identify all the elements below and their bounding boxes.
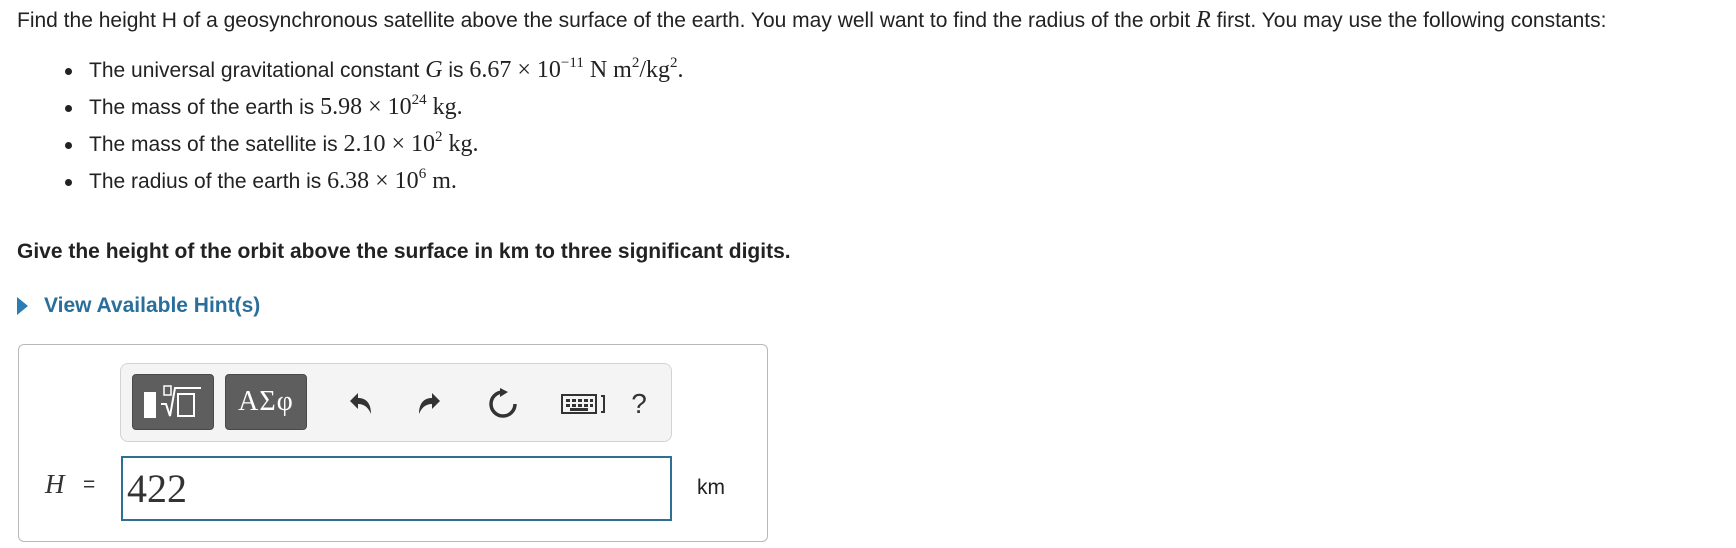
reset-icon [489, 388, 517, 418]
view-hints-label: View Available Hint(s) [44, 294, 261, 317]
expand-triangle-icon [17, 297, 28, 315]
answer-instruction: Give the height of the orbit above the s… [17, 240, 791, 263]
redo-button[interactable] [411, 384, 451, 424]
symbols-button[interactable]: ΑΣφ [225, 374, 307, 430]
equals-sign: = [83, 473, 96, 496]
answer-input[interactable]: 422 [121, 456, 672, 521]
math-toolbar: ΑΣφ ? [120, 363, 672, 442]
keyboard-shortcuts-button[interactable] [559, 384, 611, 424]
templates-icon [144, 385, 201, 418]
undo-icon [350, 393, 371, 414]
redo-icon [419, 393, 440, 414]
constant-satellite-mass: The mass of the satellite is 2.10 × 102 … [65, 127, 1717, 164]
constants-list: The universal gravitational constant G i… [17, 53, 1717, 201]
constant-earth-mass: The mass of the earth is 5.98 × 1024 kg. [65, 90, 1717, 127]
help-button[interactable]: ? [619, 384, 659, 424]
problem-intro: Find the height H of a geosynchronous sa… [17, 7, 1607, 33]
constant-earth-radius: The radius of the earth is 6.38 × 106 m. [65, 164, 1717, 201]
answer-panel: ΑΣφ ? H = 422 km [18, 344, 768, 542]
undo-button[interactable] [339, 384, 379, 424]
answer-variable: H [45, 469, 65, 499]
templates-button[interactable] [132, 374, 214, 430]
view-hints-toggle[interactable]: View Available Hint(s) [17, 294, 260, 318]
orbit-radius-symbol: R [1196, 7, 1211, 33]
problem-statement: Find the height H of a geosynchronous sa… [17, 6, 1717, 201]
answer-unit: km [697, 476, 725, 499]
constant-gravitational: The universal gravitational constant G i… [65, 53, 1717, 90]
reset-button[interactable] [483, 384, 523, 424]
keyboard-icon [561, 394, 605, 414]
problem-page: Find the height H of a geosynchronous sa… [0, 0, 1736, 548]
